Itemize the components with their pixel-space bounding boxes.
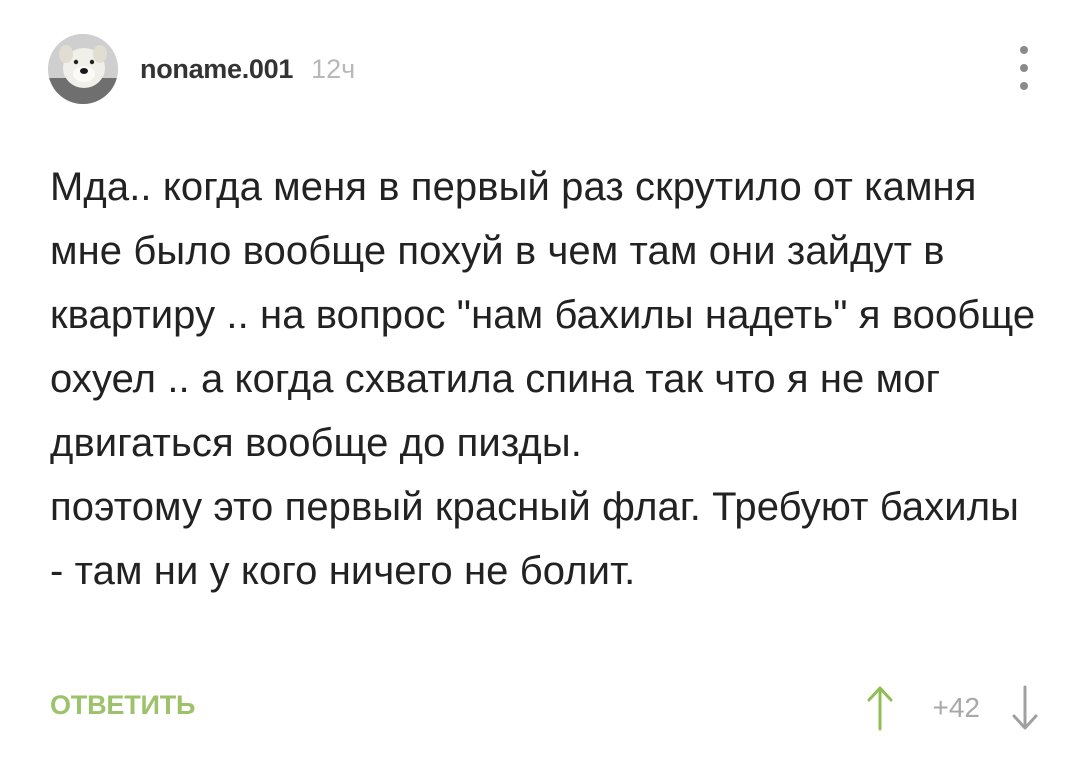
comment-timestamp: 12ч (311, 53, 356, 84)
comment-body: Мда.. когда меня в первый раз скрутило о… (50, 155, 1040, 603)
dog-avatar-icon (48, 34, 118, 104)
arrow-down-icon[interactable] (1010, 683, 1040, 733)
more-dot (1020, 46, 1028, 54)
arrow-up-icon[interactable] (865, 683, 895, 733)
comment-paragraph: поэтому это первый красный флаг. Требуют… (50, 485, 1020, 593)
more-dot (1020, 82, 1028, 90)
more-vertical-icon[interactable] (1014, 46, 1034, 90)
rating-count: +42 (932, 692, 981, 723)
vote-controls: +42 (865, 682, 1041, 734)
comment-paragraph: Мда.. когда меня в первый раз скрутило о… (50, 165, 1036, 465)
author-username[interactable]: noname.001 (140, 54, 293, 85)
comment-header: noname.001 12ч (48, 32, 355, 106)
avatar[interactable] (48, 34, 118, 104)
comment-card: noname.001 12ч Мда.. когда меня в первый… (0, 0, 1080, 783)
comment-footer: ОТВЕТИТЬ +42 (50, 682, 1040, 734)
reply-button[interactable]: ОТВЕТИТЬ (50, 690, 195, 721)
more-dot (1020, 64, 1028, 72)
